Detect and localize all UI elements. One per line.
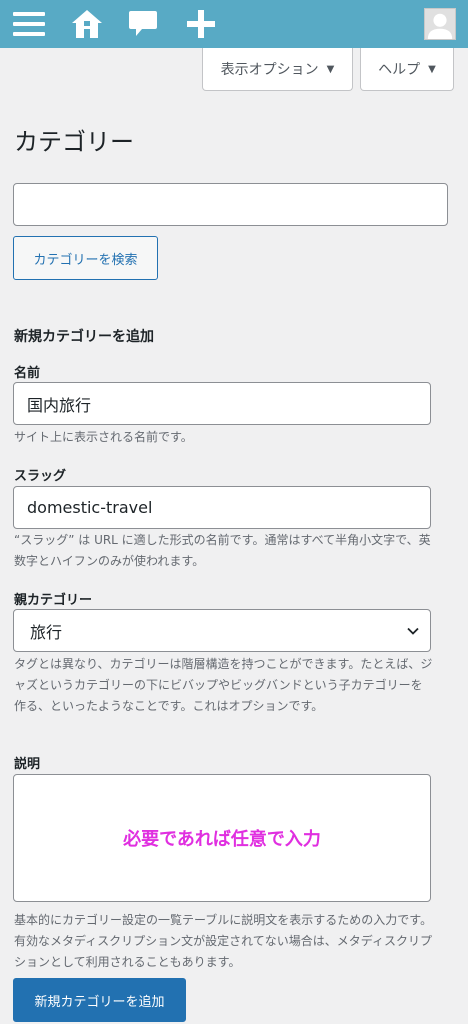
add-category-heading: 新規カテゴリーを追加 [14, 329, 154, 345]
search-categories-button[interactable]: カテゴリーを検索 [13, 236, 158, 280]
avatar[interactable] [424, 8, 456, 40]
user-silhouette-icon [427, 13, 453, 39]
description-help: 基本的にカテゴリー設定の一覧テーブルに説明文を表示するための入力です。有効なメタ… [14, 913, 433, 969]
menu-icon[interactable] [12, 8, 46, 40]
help-label: ヘルプ [378, 62, 421, 78]
search-input[interactable] [13, 183, 448, 226]
screen-options-label: 表示オプション [220, 62, 319, 78]
description-textarea[interactable]: 必要であれば任意で入力 [13, 774, 431, 902]
plus-icon[interactable] [184, 8, 218, 40]
name-field[interactable]: 国内旅行 [13, 382, 431, 425]
name-help: サイト上に表示される名前です。 [14, 430, 193, 444]
parent-category-label: 親カテゴリー [14, 593, 93, 608]
description-label: 説明 [14, 757, 41, 772]
chevron-down-icon [407, 627, 419, 635]
parent-category-value: 旅行 [30, 622, 63, 642]
comment-icon[interactable] [126, 8, 160, 40]
slug-help: “スラッグ” は URL に適した形式の名前です。通常はすべて半角小文字で、英数… [14, 533, 431, 568]
page-title: カテゴリー [14, 128, 134, 156]
home-icon[interactable] [70, 8, 104, 40]
parent-category-select[interactable]: 旅行 [13, 609, 431, 652]
caret-down-icon: ▼ [326, 63, 335, 75]
screen-options-button[interactable]: 表示オプション ▼ [202, 48, 353, 91]
admin-bar [0, 0, 468, 48]
add-category-button[interactable]: 新規カテゴリーを追加 [13, 978, 186, 1022]
caret-down-icon: ▼ [428, 63, 436, 75]
slug-field[interactable]: domestic-travel [13, 486, 431, 529]
parent-category-help: タグとは異なり、カテゴリーは階層構造を持つことができます。たとえば、ジャズという… [14, 657, 433, 713]
name-label: 名前 [14, 366, 41, 381]
slug-label: スラッグ [14, 469, 67, 484]
help-button[interactable]: ヘルプ ▼ [360, 48, 454, 91]
description-annotation: 必要であれば任意で入力 [123, 829, 321, 850]
